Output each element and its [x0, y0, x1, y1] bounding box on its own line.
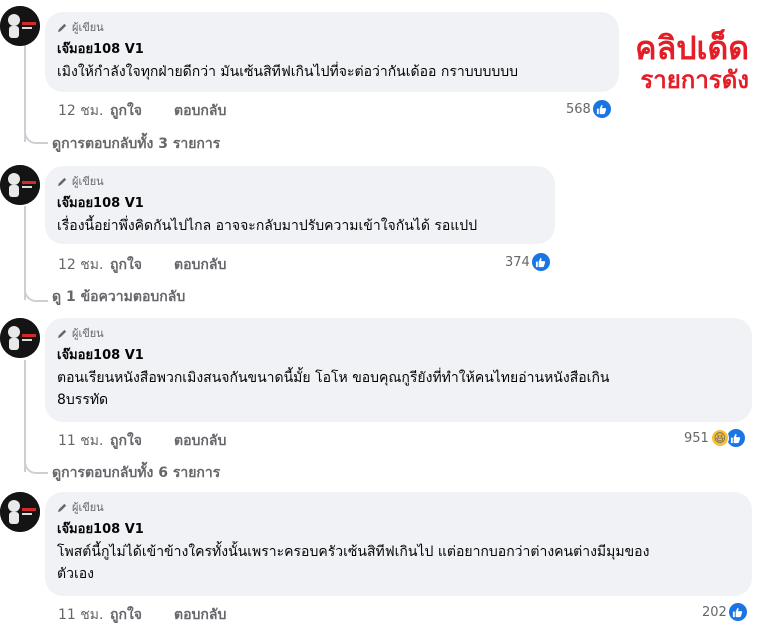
thread-line [24, 360, 26, 472]
like-reaction-icon [726, 429, 745, 447]
reaction-count[interactable]: 202 [702, 603, 747, 621]
comment-bubble: ผู้เขียน เจ๊มอย108 V1 ตอนเรียนหนังสือพวก… [45, 318, 752, 422]
avatar-image-icon [0, 492, 40, 532]
watermark-line2: รายการดัง [640, 66, 749, 94]
comment-author[interactable]: เจ๊มอย108 V1 [57, 38, 607, 59]
thread-connector [24, 286, 48, 302]
avatar[interactable] [0, 492, 40, 532]
comment-bubble: ผู้เขียน เจ๊มอย108 V1 เมิงให้กำลังใจทุกฝ… [45, 12, 619, 92]
comment-bubble: ผู้เขียน เจ๊มอย108 V1 เรื่องนี้อย่าพึ่งค… [45, 166, 555, 244]
view-replies-link[interactable]: ดูการตอบกลับทั้ง 6 รายการ [52, 462, 220, 484]
pencil-icon [57, 503, 67, 512]
avatar[interactable] [0, 318, 40, 358]
comment-timestamp[interactable]: 11 ชม. [58, 430, 110, 452]
avatar-image-icon [0, 6, 40, 46]
view-replies-link[interactable]: ดู 1 ข้อความตอบกลับ [52, 286, 185, 308]
reply-button[interactable]: ตอบกลับ [174, 254, 226, 276]
reply-button[interactable]: ตอบกลับ [174, 604, 226, 626]
pencil-icon [57, 23, 67, 32]
comment-author[interactable]: เจ๊มอย108 V1 [57, 192, 543, 213]
comment-actions: 12 ชม. ถูกใจ ตอบกลับ [58, 254, 226, 276]
avatar[interactable] [0, 6, 40, 46]
reaction-count-value: 568 [566, 101, 591, 117]
reaction-count-value: 202 [702, 604, 727, 620]
reaction-count-value: 374 [505, 254, 530, 270]
comment-timestamp[interactable]: 12 ชม. [58, 254, 110, 276]
avatar-image-icon [0, 318, 40, 358]
view-replies-link[interactable]: ดูการตอบกลับทั้ง 3 รายการ [52, 133, 220, 155]
pencil-icon [57, 177, 67, 186]
comment-text-line: ตอนเรียนหนังสือพวกเมิงสนจกันขนาดนี้มั้ย … [57, 370, 610, 386]
author-badge-label: ผู้เขียน [72, 327, 104, 340]
author-badge: ผู้เขียน [57, 172, 543, 190]
comment-author[interactable]: เจ๊มอย108 V1 [57, 518, 740, 539]
reaction-count[interactable]: 374 [505, 253, 550, 271]
watermark: คลิปเด็ด รายการดัง [635, 32, 749, 92]
reply-button[interactable]: ตอบกลับ [174, 100, 226, 122]
comment-bubble: ผู้เขียน เจ๊มอย108 V1 โพสต์นี้กูไม่ได้เข… [45, 492, 752, 596]
comment-actions: 11 ชม. ถูกใจ ตอบกลับ [58, 604, 226, 626]
reaction-count[interactable]: 568 [566, 100, 611, 118]
author-badge: ผู้เขียน [57, 324, 740, 342]
comment-timestamp[interactable]: 11 ชม. [58, 604, 110, 626]
comment-timestamp[interactable]: 12 ชม. [58, 100, 110, 122]
author-badge: ผู้เขียน [57, 498, 740, 516]
comment-actions: 12 ชม. ถูกใจ ตอบกลับ [58, 100, 226, 122]
like-button[interactable]: ถูกใจ [110, 100, 174, 122]
reaction-count[interactable]: 951 😆 [684, 429, 745, 447]
comment-actions: 11 ชม. ถูกใจ ตอบกลับ [58, 430, 226, 452]
comment-text-line: โพสต์นี้กูไม่ได้เข้าข้างใครทั้งนั้นเพราะ… [57, 544, 650, 560]
author-badge: ผู้เขียน [57, 18, 607, 36]
author-badge-label: ผู้เขียน [72, 501, 104, 514]
thread-connector [24, 458, 48, 474]
like-reaction-icon [728, 603, 747, 621]
like-reaction-icon [531, 253, 550, 271]
avatar-image-icon [0, 165, 40, 205]
comment-text: เรื่องนี้อย่าพึ่งคิดกันไปไกล อาจจะกลับมา… [57, 218, 478, 234]
watermark-line1: คลิปเด็ด [635, 29, 749, 67]
author-badge-label: ผู้เขียน [72, 175, 104, 188]
reply-button[interactable]: ตอบกลับ [174, 430, 226, 452]
comment-text: โพสต์นี้กูไม่ได้เข้าข้างใครทั้งนั้นเพราะ… [57, 541, 740, 585]
avatar[interactable] [0, 165, 40, 205]
reaction-count-value: 951 [684, 430, 709, 446]
comment-text-line: 8บรรทัด [57, 392, 109, 408]
haha-reaction-icon: 😆 [710, 429, 729, 447]
like-reaction-icon [592, 100, 611, 118]
thread-connector [24, 128, 48, 144]
pencil-icon [57, 329, 67, 338]
comment-text: เมิงให้กำลังใจทุกฝ่ายดีกว่า มันเซ้นสิทีฟ… [57, 64, 519, 80]
comment-author[interactable]: เจ๊มอย108 V1 [57, 344, 740, 365]
like-button[interactable]: ถูกใจ [110, 604, 174, 626]
like-button[interactable]: ถูกใจ [110, 254, 174, 276]
comment-text: ตอนเรียนหนังสือพวกเมิงสนจกันขนาดนี้มั้ย … [57, 367, 740, 411]
author-badge-label: ผู้เขียน [72, 21, 104, 34]
comment-text-line: ตัวเอง [57, 566, 94, 582]
like-button[interactable]: ถูกใจ [110, 430, 174, 452]
